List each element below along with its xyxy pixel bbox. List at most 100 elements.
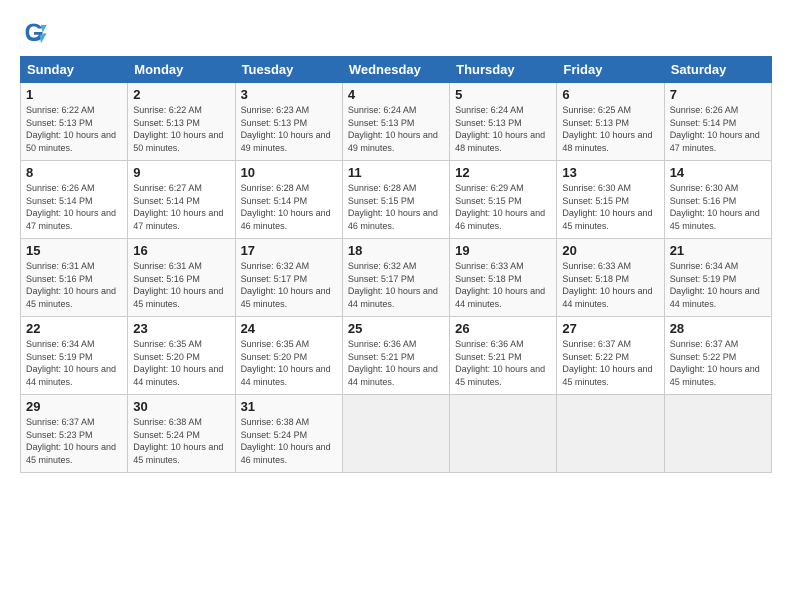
day-number: 12 xyxy=(455,165,551,180)
day-number: 4 xyxy=(348,87,444,102)
page-container: SundayMondayTuesdayWednesdayThursdayFrid… xyxy=(0,0,792,483)
day-number: 3 xyxy=(241,87,337,102)
calendar-week-2: 8Sunrise: 6:26 AMSunset: 5:14 PMDaylight… xyxy=(21,161,772,239)
calendar-cell: 15 Sunrise: 6:31 AMSunset: 5:16 PMDayligh… xyxy=(21,239,128,317)
calendar-cell: 18 Sunrise: 6:32 AMSunset: 5:17 PMDayligh… xyxy=(342,239,449,317)
weekday-header-thursday: Thursday xyxy=(450,57,557,83)
calendar-cell xyxy=(342,395,449,473)
calendar-cell: 28 Sunrise: 6:37 AMSunset: 5:22 PMDayligh… xyxy=(664,317,771,395)
day-info: Sunrise: 6:32 AMSunset: 5:17 PMDaylight:… xyxy=(348,261,438,309)
calendar-cell: 16 Sunrise: 6:31 AMSunset: 5:16 PMDayligh… xyxy=(128,239,235,317)
calendar-cell: 27 Sunrise: 6:37 AMSunset: 5:22 PMDayligh… xyxy=(557,317,664,395)
day-number: 28 xyxy=(670,321,766,336)
day-number: 7 xyxy=(670,87,766,102)
day-info: Sunrise: 6:26 AMSunset: 5:14 PMDaylight:… xyxy=(670,105,760,153)
day-number: 17 xyxy=(241,243,337,258)
day-info: Sunrise: 6:36 AMSunset: 5:21 PMDaylight:… xyxy=(348,339,438,387)
day-info: Sunrise: 6:23 AMSunset: 5:13 PMDaylight:… xyxy=(241,105,331,153)
day-number: 13 xyxy=(562,165,658,180)
calendar-cell: 19 Sunrise: 6:33 AMSunset: 5:18 PMDayligh… xyxy=(450,239,557,317)
day-number: 16 xyxy=(133,243,229,258)
logo xyxy=(20,18,52,46)
day-info: Sunrise: 6:38 AMSunset: 5:24 PMDaylight:… xyxy=(241,417,331,465)
calendar-cell: 21 Sunrise: 6:34 AMSunset: 5:19 PMDayligh… xyxy=(664,239,771,317)
calendar-cell xyxy=(557,395,664,473)
calendar-table: SundayMondayTuesdayWednesdayThursdayFrid… xyxy=(20,56,772,473)
weekday-header-monday: Monday xyxy=(128,57,235,83)
calendar-cell: 31 Sunrise: 6:38 AMSunset: 5:24 PMDayligh… xyxy=(235,395,342,473)
calendar-cell: 9 Sunrise: 6:27 AMSunset: 5:14 PMDaylight… xyxy=(128,161,235,239)
day-info: Sunrise: 6:31 AMSunset: 5:16 PMDaylight:… xyxy=(26,261,116,309)
day-info: Sunrise: 6:37 AMSunset: 5:22 PMDaylight:… xyxy=(670,339,760,387)
calendar-cell: 11Sunrise: 6:28 AMSunset: 5:15 PMDayligh… xyxy=(342,161,449,239)
day-info: Sunrise: 6:31 AMSunset: 5:16 PMDaylight:… xyxy=(133,261,223,309)
day-number: 20 xyxy=(562,243,658,258)
day-info: Sunrise: 6:26 AMSunset: 5:14 PMDaylight:… xyxy=(26,183,116,231)
day-number: 15 xyxy=(26,243,122,258)
calendar-cell: 30Sunrise: 6:38 AMSunset: 5:24 PMDayligh… xyxy=(128,395,235,473)
day-info: Sunrise: 6:27 AMSunset: 5:14 PMDaylight:… xyxy=(133,183,223,231)
day-info: Sunrise: 6:30 AMSunset: 5:15 PMDaylight:… xyxy=(562,183,652,231)
calendar-week-4: 22Sunrise: 6:34 AMSunset: 5:19 PMDayligh… xyxy=(21,317,772,395)
weekday-header-saturday: Saturday xyxy=(664,57,771,83)
calendar-cell: 2 Sunrise: 6:22 AMSunset: 5:13 PMDaylight… xyxy=(128,83,235,161)
day-info: Sunrise: 6:34 AMSunset: 5:19 PMDaylight:… xyxy=(26,339,116,387)
calendar-cell: 24Sunrise: 6:35 AMSunset: 5:20 PMDayligh… xyxy=(235,317,342,395)
calendar-cell: 14 Sunrise: 6:30 AMSunset: 5:16 PMDayligh… xyxy=(664,161,771,239)
day-info: Sunrise: 6:35 AMSunset: 5:20 PMDaylight:… xyxy=(241,339,331,387)
day-number: 21 xyxy=(670,243,766,258)
day-info: Sunrise: 6:37 AMSunset: 5:22 PMDaylight:… xyxy=(562,339,652,387)
day-info: Sunrise: 6:22 AMSunset: 5:13 PMDaylight:… xyxy=(133,105,223,153)
weekday-header-sunday: Sunday xyxy=(21,57,128,83)
day-info: Sunrise: 6:28 AMSunset: 5:15 PMDaylight:… xyxy=(348,183,438,231)
logo-icon xyxy=(20,18,48,46)
day-info: Sunrise: 6:36 AMSunset: 5:21 PMDaylight:… xyxy=(455,339,545,387)
day-info: Sunrise: 6:22 AMSunset: 5:13 PMDaylight:… xyxy=(26,105,116,153)
calendar-cell: 23Sunrise: 6:35 AMSunset: 5:20 PMDayligh… xyxy=(128,317,235,395)
day-number: 25 xyxy=(348,321,444,336)
day-info: Sunrise: 6:32 AMSunset: 5:17 PMDaylight:… xyxy=(241,261,331,309)
calendar-cell: 12 Sunrise: 6:29 AMSunset: 5:15 PMDayligh… xyxy=(450,161,557,239)
day-info: Sunrise: 6:33 AMSunset: 5:18 PMDaylight:… xyxy=(455,261,545,309)
calendar-cell: 3 Sunrise: 6:23 AMSunset: 5:13 PMDaylight… xyxy=(235,83,342,161)
day-number: 9 xyxy=(133,165,229,180)
day-info: Sunrise: 6:24 AMSunset: 5:13 PMDaylight:… xyxy=(348,105,438,153)
calendar-cell: 26 Sunrise: 6:36 AMSunset: 5:21 PMDayligh… xyxy=(450,317,557,395)
calendar-cell: 10Sunrise: 6:28 AMSunset: 5:14 PMDayligh… xyxy=(235,161,342,239)
day-number: 30 xyxy=(133,399,229,414)
day-number: 18 xyxy=(348,243,444,258)
day-number: 14 xyxy=(670,165,766,180)
day-number: 10 xyxy=(241,165,337,180)
calendar-cell: 4 Sunrise: 6:24 AMSunset: 5:13 PMDaylight… xyxy=(342,83,449,161)
calendar-cell: 25 Sunrise: 6:36 AMSunset: 5:21 PMDayligh… xyxy=(342,317,449,395)
day-info: Sunrise: 6:29 AMSunset: 5:15 PMDaylight:… xyxy=(455,183,545,231)
day-number: 1 xyxy=(26,87,122,102)
day-info: Sunrise: 6:35 AMSunset: 5:20 PMDaylight:… xyxy=(133,339,223,387)
day-number: 26 xyxy=(455,321,551,336)
day-number: 2 xyxy=(133,87,229,102)
day-number: 29 xyxy=(26,399,122,414)
calendar-cell: 22Sunrise: 6:34 AMSunset: 5:19 PMDayligh… xyxy=(21,317,128,395)
day-info: Sunrise: 6:33 AMSunset: 5:18 PMDaylight:… xyxy=(562,261,652,309)
day-number: 31 xyxy=(241,399,337,414)
day-info: Sunrise: 6:34 AMSunset: 5:19 PMDaylight:… xyxy=(670,261,760,309)
day-number: 19 xyxy=(455,243,551,258)
calendar-cell xyxy=(450,395,557,473)
calendar-cell xyxy=(664,395,771,473)
calendar-week-3: 15 Sunrise: 6:31 AMSunset: 5:16 PMDayligh… xyxy=(21,239,772,317)
day-info: Sunrise: 6:37 AMSunset: 5:23 PMDaylight:… xyxy=(26,417,116,465)
calendar-cell: 17 Sunrise: 6:32 AMSunset: 5:17 PMDayligh… xyxy=(235,239,342,317)
header xyxy=(20,18,772,46)
calendar-cell: 6 Sunrise: 6:25 AMSunset: 5:13 PMDaylight… xyxy=(557,83,664,161)
calendar-cell: 8Sunrise: 6:26 AMSunset: 5:14 PMDaylight… xyxy=(21,161,128,239)
day-number: 27 xyxy=(562,321,658,336)
calendar-week-1: 1 Sunrise: 6:22 AMSunset: 5:13 PMDaylight… xyxy=(21,83,772,161)
calendar-cell: 29 Sunrise: 6:37 AMSunset: 5:23 PMDayligh… xyxy=(21,395,128,473)
weekday-header-wednesday: Wednesday xyxy=(342,57,449,83)
day-number: 6 xyxy=(562,87,658,102)
calendar-cell: 7 Sunrise: 6:26 AMSunset: 5:14 PMDaylight… xyxy=(664,83,771,161)
calendar-week-5: 29 Sunrise: 6:37 AMSunset: 5:23 PMDayligh… xyxy=(21,395,772,473)
day-info: Sunrise: 6:25 AMSunset: 5:13 PMDaylight:… xyxy=(562,105,652,153)
calendar-cell: 13 Sunrise: 6:30 AMSunset: 5:15 PMDayligh… xyxy=(557,161,664,239)
day-info: Sunrise: 6:30 AMSunset: 5:16 PMDaylight:… xyxy=(670,183,760,231)
